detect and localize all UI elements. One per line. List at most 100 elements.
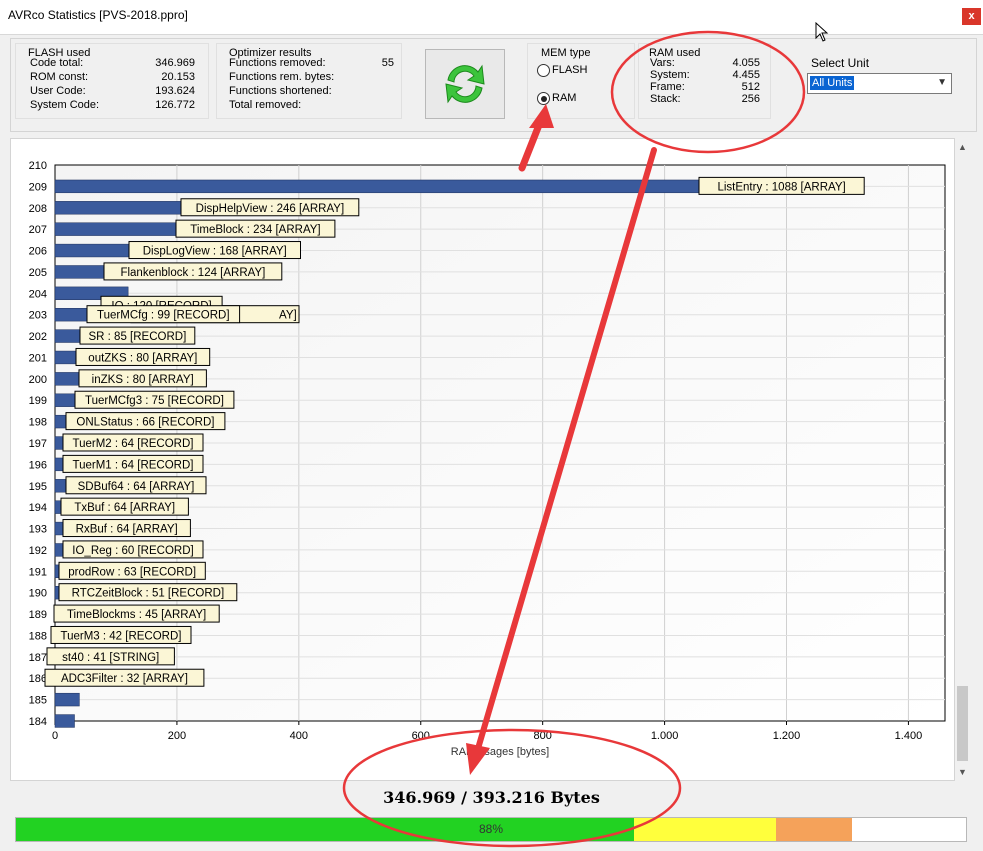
label-text-208: DispHelpView : 246 [ARRAY] (196, 203, 345, 215)
label-text-189: TimeBlockms : 45 [ARRAY] (67, 609, 206, 621)
label-text-199: TuerMCfg3 : 75 [RECORD] (85, 395, 224, 407)
flash-used-group: FLASH used Code total: 346.969 ROM const:… (15, 43, 209, 119)
label-text-191: prodRow : 63 [RECORD] (68, 566, 196, 578)
ram-row-stack: Stack: 256 (650, 93, 760, 105)
scroll-thumb[interactable] (957, 686, 968, 761)
y-tick-label: 198 (29, 417, 47, 429)
ram-usage-chart: 0 200 400 600 800 1.000 1.200 1.400 RAM usages [… (29, 160, 946, 758)
optimizer-row-functions-removed: Functions removed: 55 (229, 57, 394, 69)
y-tick-label: 190 (29, 588, 47, 600)
x-tick-label: 1.400 (895, 730, 923, 742)
mem-type-group: MEM type FLASH RAM (527, 43, 635, 119)
x-tick-label: 200 (168, 730, 186, 742)
mouse-cursor-icon (815, 22, 829, 42)
y-tick-label: 200 (29, 374, 47, 386)
label-text-209: ListEntry : 1088 [ARRAY] (717, 181, 845, 193)
select-unit-dropdown[interactable]: All Units ▼ (807, 73, 952, 94)
bar-209 (54, 179, 719, 194)
y-tick-label: 193 (29, 524, 47, 536)
flash-row-rom-const: ROM const: 20.153 (30, 71, 195, 83)
label-text-190: RTCZeitBlock : 51 [RECORD] (72, 588, 225, 600)
x-tick-label: 1.200 (773, 730, 801, 742)
y-tick-label: 189 (29, 609, 47, 621)
refresh-icon (445, 64, 485, 104)
y-tick-label: 195 (29, 481, 47, 493)
select-unit-value: All Units (810, 76, 855, 90)
label-text-195: SDBuf64 : 64 [ARRAY] (78, 481, 195, 493)
optimizer-group: Optimizer results Functions removed: 55 F… (216, 43, 402, 119)
y-tick-label: 191 (29, 566, 47, 578)
bar-185 (54, 692, 80, 707)
close-icon: x (968, 10, 975, 22)
mem-type-title: MEM type (541, 47, 591, 59)
y-tick-label: 202 (29, 331, 47, 343)
chevron-down-icon: ▼ (937, 77, 947, 88)
y-tick-label: 208 (29, 203, 47, 215)
y-tick-label: 209 (29, 181, 47, 193)
label-text-193: RxBuf : 64 [ARRAY] (76, 524, 178, 536)
flash-row-code-total: Code total: 346.969 (30, 57, 195, 69)
label-text-205: Flankenblock : 124 [ARRAY] (120, 267, 265, 279)
label-text-hidden-end: AY] (279, 310, 297, 322)
optimizer-row-total-removed: Total removed: (229, 99, 302, 111)
y-tick-label: 210 (29, 160, 47, 172)
label-text-192: IO_Reg : 60 [RECORD] (72, 545, 193, 557)
bar-184 (54, 714, 75, 728)
label-text-194: TxBuf : 64 [ARRAY] (74, 502, 175, 514)
y-tick-label: 207 (29, 224, 47, 236)
label-text-198: ONLStatus : 66 [RECORD] (76, 417, 214, 429)
select-unit-label: Select Unit (811, 56, 870, 70)
label-text-206: DispLogView : 168 [ARRAY] (143, 246, 287, 258)
window-title: AVRco Statistics [PVS-2018.ppro] (8, 8, 188, 22)
label-text-203: TuerMCfg : 99 [RECORD] (97, 310, 230, 322)
chart-scrollbar[interactable]: ▲ ▼ (955, 138, 970, 781)
scroll-down-icon[interactable]: ▼ (955, 765, 970, 780)
label-text-196: TuerM1 : 64 [RECORD] (73, 459, 194, 471)
y-tick-label: 184 (29, 716, 47, 728)
radio-flash-label: FLASH (552, 64, 588, 76)
label-text-188: TuerM3 : 42 [RECORD] (61, 630, 182, 642)
radio-ram[interactable] (537, 92, 550, 105)
y-tick-label: 196 (29, 459, 47, 471)
y-tick-label: 204 (29, 288, 47, 300)
close-button[interactable]: x (962, 8, 981, 25)
label-text-207: TimeBlock : 234 [ARRAY] (190, 224, 320, 236)
flash-row-system-code: System Code: 126.772 (30, 99, 195, 111)
title-bar: AVRco Statistics [PVS-2018.ppro] x (0, 0, 983, 35)
label-text-201: outZKS : 80 [ARRAY] (88, 352, 197, 364)
label-text-187: st40 : 41 [STRING] (62, 652, 159, 664)
y-tick-label: 205 (29, 267, 47, 279)
optimizer-row-functions-rem-bytes: Functions rem. bytes: (229, 71, 335, 83)
label-text-197: TuerM2 : 64 [RECORD] (73, 438, 194, 450)
y-tick-label: 194 (29, 502, 47, 514)
x-tick-label: 600 (412, 730, 430, 742)
x-tick-label: 400 (290, 730, 308, 742)
x-tick-label: 1.000 (651, 730, 679, 742)
y-tick-label: 186 (29, 673, 47, 685)
label-text-186: ADC3Filter : 32 [ARRAY] (61, 673, 188, 685)
y-tick-label: 188 (29, 630, 47, 642)
ram-used-group: RAM used Vars: 4.055 System: 4.455 Frame: 5… (638, 43, 771, 119)
y-tick-label: 199 (29, 395, 47, 407)
y-tick-label: 185 (29, 695, 47, 707)
y-tick-label: 192 (29, 545, 47, 557)
total-bytes: 346.969 / 393.216 Bytes (383, 788, 600, 807)
progress-label: 88% (478, 822, 504, 836)
y-tick-label: 203 (29, 310, 47, 322)
optimizer-row-functions-shortened: Functions shortened: (229, 85, 332, 97)
y-tick-label: 197 (29, 438, 47, 450)
radio-flash[interactable] (537, 64, 550, 77)
label-text-202: SR : 85 [RECORD] (89, 331, 187, 343)
y-tick-label: 201 (29, 352, 47, 364)
flash-row-user-code: User Code: 193.624 (30, 85, 195, 97)
label-text-200: inZKS : 80 [ARRAY] (92, 374, 194, 386)
radio-ram-label: RAM (552, 92, 577, 104)
y-tick-label: 187 (29, 652, 47, 664)
x-tick-label: 0 (52, 730, 58, 742)
scroll-up-icon[interactable]: ▲ (955, 140, 970, 155)
refresh-button[interactable] (425, 49, 505, 119)
x-tick-label: 800 (533, 730, 551, 742)
chart-panel: 0 200 400 600 800 1.000 1.200 1.400 RAM usages [… (10, 138, 955, 781)
x-axis-label: RAM usages [bytes] (451, 746, 549, 758)
y-tick-label: 206 (29, 246, 47, 258)
